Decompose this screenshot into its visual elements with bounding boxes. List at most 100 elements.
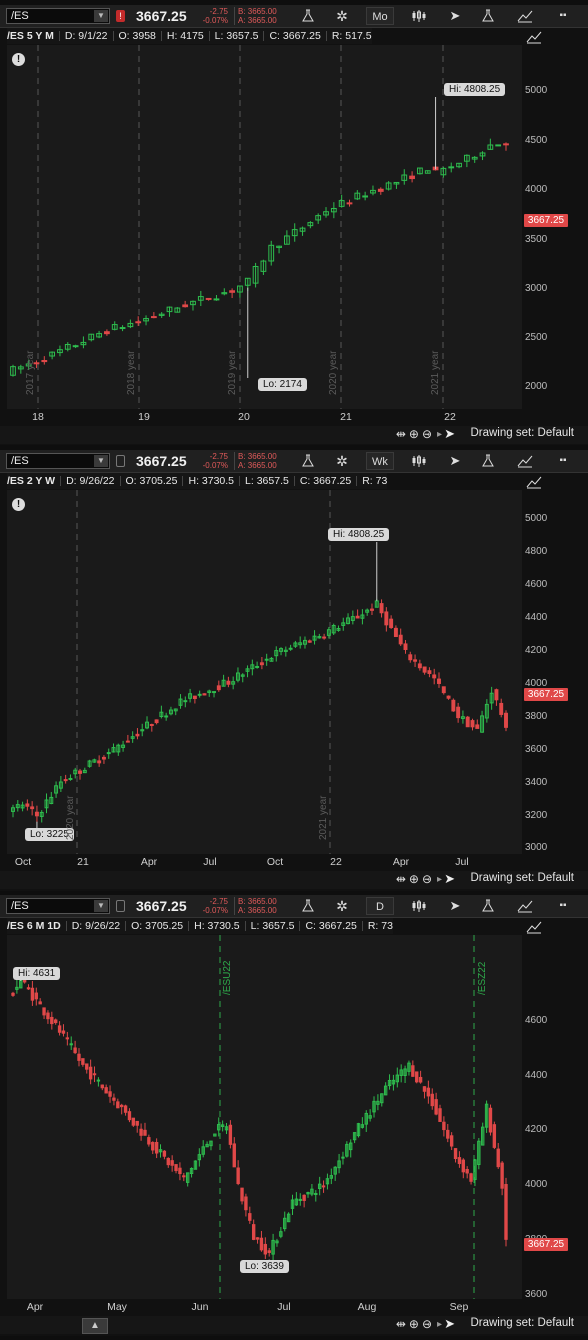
candle-body xyxy=(143,1129,147,1136)
expand-panel-icon[interactable]: ▲ xyxy=(82,1318,108,1334)
candle-body xyxy=(212,691,216,694)
cursor-icon[interactable]: ➤ xyxy=(444,7,466,25)
candle-body xyxy=(228,1124,233,1145)
more-icon[interactable]: ▪▪ xyxy=(552,452,574,470)
candle-body xyxy=(104,1087,108,1094)
zoom-icons[interactable]: ⇹⊕⊖ xyxy=(396,872,435,886)
chart-style-icon[interactable] xyxy=(408,897,430,915)
info-high: H: 3730.5 xyxy=(188,475,235,487)
drawing-set-label[interactable]: Drawing set: Default xyxy=(470,427,574,439)
gear-icon[interactable]: ✲ xyxy=(332,7,352,25)
alert-flag-icon[interactable]: ! xyxy=(116,10,125,22)
candle-body xyxy=(100,1084,104,1089)
candle-body xyxy=(81,1058,85,1065)
time-axis[interactable]: 18 19 20 21 22 xyxy=(7,409,522,427)
candle-body xyxy=(178,1167,182,1175)
drawing-toggle-icon[interactable] xyxy=(526,475,544,491)
time-tick-label: May xyxy=(107,1301,127,1313)
drawing-tools-icon[interactable] xyxy=(514,452,536,470)
price-chart[interactable]: ! Hi: 4808.25 Lo: 3225 2020 year 2021 year xyxy=(7,490,522,854)
drawing-set-label[interactable]: Drawing set: Default xyxy=(470,1317,574,1329)
change-value: -2.75 xyxy=(209,897,228,906)
candle-body xyxy=(259,662,264,666)
chart-scrollbar[interactable]: ‹ ▸ ⇹⊕⊖ ➤ Drawing set: Default xyxy=(0,426,588,444)
price-axis[interactable]: 5000 4500 4000 3500 3000 2500 2000 3667.25 xyxy=(522,45,588,409)
drawing-tools-icon[interactable] xyxy=(514,897,536,915)
flask-icon[interactable] xyxy=(298,897,318,915)
symbol-selector[interactable]: /ES ▼ xyxy=(6,8,110,24)
year-label: 2020 year xyxy=(65,795,76,840)
zoom-icons[interactable]: ⇹⊕⊖ xyxy=(396,1317,435,1331)
chart-style-icon[interactable] xyxy=(408,7,430,25)
price-chart[interactable]: Hi: 4631 Lo: 3639/ESU22/ESZ22 xyxy=(7,935,522,1299)
price-tick-label: 4400 xyxy=(525,1070,548,1081)
drawing-set-label[interactable]: Drawing set: Default xyxy=(470,872,574,884)
candle-body xyxy=(442,1121,446,1131)
candle-body xyxy=(147,1137,151,1145)
symbol-selector[interactable]: /ES ▼ xyxy=(6,453,110,469)
chart-style-icon[interactable] xyxy=(408,452,430,470)
price-chart[interactable]: ! Hi: 4808.25 Lo: 2174 2017 year 2018 year 2… xyxy=(7,45,522,409)
chart-scrollbar[interactable]: ‹ ▸ ⇹⊕⊖ ➤ Drawing set: Default xyxy=(0,871,588,889)
candle-body xyxy=(492,1124,497,1148)
more-icon[interactable]: ▪▪ xyxy=(552,897,574,915)
candle-body xyxy=(457,1157,462,1165)
symbol-selector[interactable]: /ES ▼ xyxy=(6,898,110,914)
time-tick-label: Oct xyxy=(14,856,32,868)
flask-icon[interactable] xyxy=(298,452,318,470)
link-icon[interactable] xyxy=(116,455,125,467)
studies-flask-icon[interactable] xyxy=(478,452,498,470)
studies-flask-icon[interactable] xyxy=(478,7,498,25)
candle-body xyxy=(135,733,140,737)
more-icon[interactable]: ▪▪ xyxy=(552,7,574,25)
cursor-icon[interactable]: ➤ xyxy=(444,1316,455,1332)
drawing-toggle-icon[interactable] xyxy=(526,30,544,46)
candle-body xyxy=(251,1224,256,1240)
year-label: 2020 year xyxy=(328,350,339,395)
flask-icon[interactable] xyxy=(298,7,318,25)
cursor-icon[interactable]: ➤ xyxy=(444,871,455,887)
zoom-icons[interactable]: ⇹⊕⊖ xyxy=(396,427,435,441)
studies-flask-icon[interactable] xyxy=(478,897,498,915)
info-range: R: 73 xyxy=(367,920,393,932)
price-axis[interactable]: 4600440042004000380036003667.25 xyxy=(522,935,588,1300)
candle-body xyxy=(213,298,220,301)
high-label: Hi: 4631 xyxy=(13,967,61,980)
chevron-down-icon[interactable]: ▼ xyxy=(94,455,108,467)
candle-body xyxy=(197,693,202,696)
candle-body xyxy=(379,603,384,614)
time-axis[interactable]: Apr May Jun Jul Aug Sep xyxy=(7,1299,522,1317)
cursor-icon[interactable]: ➤ xyxy=(444,897,466,915)
candle-body xyxy=(453,1148,458,1160)
candle-body xyxy=(244,1196,248,1211)
ask-value: A: 3665.00 xyxy=(238,906,277,915)
time-tick-label: Apr xyxy=(140,856,158,868)
link-icon[interactable] xyxy=(116,900,125,912)
symbol-text: /ES xyxy=(11,455,29,467)
chevron-down-icon[interactable]: ▼ xyxy=(94,900,108,912)
period-button[interactable]: Mo xyxy=(366,7,394,25)
candle-body xyxy=(503,143,509,146)
candle-body xyxy=(302,1194,306,1201)
candle-body xyxy=(438,1108,442,1122)
last-price-marker: 3667.25 xyxy=(524,214,568,227)
candle-body xyxy=(182,1175,186,1178)
candle-body xyxy=(42,1007,46,1016)
drawing-toggle-icon[interactable] xyxy=(526,920,544,936)
time-axis[interactable]: Oct 21 Apr Jul Oct 22 Apr Jul xyxy=(7,854,522,872)
candle-body xyxy=(248,1213,252,1221)
candle-body xyxy=(73,1047,77,1054)
cursor-icon[interactable]: ➤ xyxy=(444,426,455,442)
period-button[interactable]: Wk xyxy=(366,452,394,470)
cursor-icon[interactable]: ➤ xyxy=(444,452,466,470)
candle-body xyxy=(418,1076,423,1083)
drawing-tools-icon[interactable] xyxy=(514,7,536,25)
period-button[interactable]: D xyxy=(366,897,394,915)
gear-icon[interactable]: ✲ xyxy=(332,897,352,915)
chevron-down-icon[interactable]: ▼ xyxy=(94,10,108,22)
price-tick-label: 3600 xyxy=(525,744,548,755)
price-axis[interactable]: 5000 4800 4600 4400 4200 4000 3800 3600 3400 3200… xyxy=(522,490,588,854)
low-label: Lo: 2174 xyxy=(258,378,307,391)
gear-icon[interactable]: ✲ xyxy=(332,452,352,470)
info-close: C: 3667.25 xyxy=(299,475,352,487)
